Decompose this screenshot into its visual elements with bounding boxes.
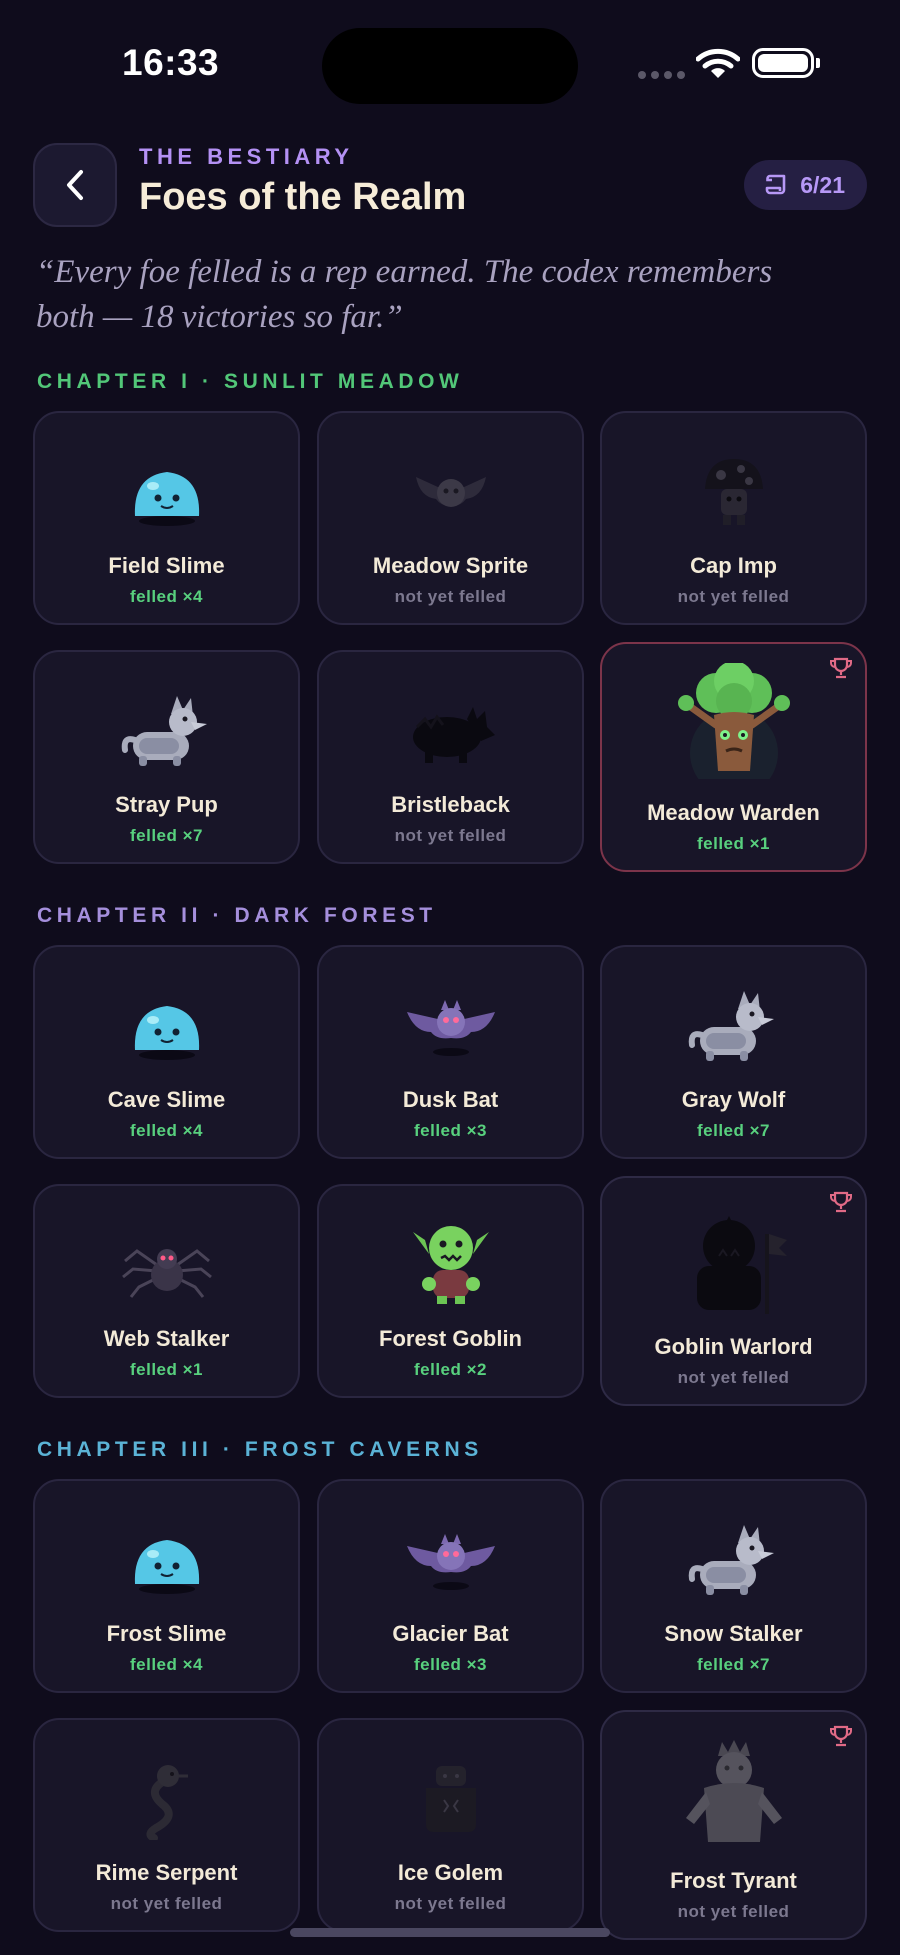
bestiary-card[interactable]: Field Slime felled ×4	[33, 411, 300, 625]
bestiary-card[interactable]: Snow Stalker felled ×7	[600, 1479, 867, 1693]
bestiary-card[interactable]: Rime Serpent not yet felled	[33, 1718, 300, 1932]
discovered-count-badge[interactable]: 6/21	[744, 160, 867, 210]
bestiary-card[interactable]: Frost Slime felled ×4	[33, 1479, 300, 1693]
felled-status: not yet felled	[394, 826, 507, 845]
creature-name: Web Stalker	[103, 1326, 230, 1351]
bestiary-card[interactable]: Web Stalker felled ×1	[33, 1184, 300, 1398]
felled-status: felled ×4	[129, 587, 203, 606]
creature-name: Meadow Sprite	[372, 553, 529, 578]
spider-icon	[35, 1226, 298, 1306]
bestiary-card[interactable]: Cave Slime felled ×4	[33, 945, 300, 1159]
bestiary-card[interactable]: Stray Pup felled ×7	[33, 650, 300, 864]
cellular-signal-icon	[638, 71, 685, 79]
bestiary-card[interactable]: Ice Golem not yet felled	[317, 1718, 584, 1932]
slime-icon	[35, 453, 298, 533]
wolf-icon	[602, 987, 865, 1067]
boss-card[interactable]: Meadow Warden felled ×1	[600, 642, 867, 872]
boss-card[interactable]: Frost Tyrant not yet felled	[600, 1710, 867, 1940]
page-title: Foes of the Realm	[139, 176, 467, 218]
felled-status: not yet felled	[677, 1902, 790, 1921]
tyrant-icon	[602, 1738, 865, 1854]
golem-icon	[319, 1760, 582, 1840]
creature-name: Stray Pup	[115, 792, 218, 817]
bestiary-card[interactable]: Gray Wolf felled ×7	[600, 945, 867, 1159]
battery-icon	[752, 48, 814, 78]
back-button[interactable]	[33, 143, 117, 227]
creature-name: Bristleback	[391, 792, 510, 817]
creature-name: Rime Serpent	[95, 1860, 238, 1885]
serpent-icon	[35, 1760, 298, 1840]
bestiary-quote: “Every foe felled is a rep earned. The c…	[36, 254, 773, 335]
creature-name: Dusk Bat	[402, 1087, 499, 1112]
bestiary-card[interactable]: Forest Goblin felled ×2	[317, 1184, 584, 1398]
wolf-icon	[35, 692, 298, 772]
bat-icon	[319, 987, 582, 1067]
felled-status: felled ×1	[696, 834, 770, 853]
boar-icon	[319, 692, 582, 772]
felled-status: felled ×3	[413, 1655, 487, 1674]
creature-name: Cave Slime	[107, 1087, 226, 1112]
creature-name: Ice Golem	[397, 1860, 504, 1885]
felled-status: felled ×4	[129, 1655, 203, 1674]
home-indicator[interactable]	[290, 1928, 610, 1937]
felled-status: not yet felled	[677, 587, 790, 606]
creature-name: Glacier Bat	[392, 1621, 509, 1646]
felled-status: felled ×7	[129, 826, 203, 845]
goblin-icon	[319, 1218, 582, 1306]
chapter-2-label: CHAPTER II · DARK FOREST	[37, 904, 437, 927]
boss-card[interactable]: Goblin Warlord not yet felled	[600, 1176, 867, 1406]
felled-status: felled ×4	[129, 1121, 203, 1140]
felled-status: felled ×7	[696, 1121, 770, 1140]
felled-status: not yet felled	[677, 1368, 790, 1387]
warlord-icon	[602, 1210, 865, 1320]
felled-status: not yet felled	[394, 1894, 507, 1913]
felled-status: felled ×7	[696, 1655, 770, 1674]
creature-name: Frost Slime	[106, 1621, 227, 1646]
scroll-icon	[765, 174, 786, 195]
creature-name: Goblin Warlord	[654, 1334, 813, 1359]
bestiary-card[interactable]: Meadow Sprite not yet felled	[317, 411, 584, 625]
status-time: 16:33	[122, 42, 220, 83]
felled-status: not yet felled	[110, 1894, 223, 1913]
felled-status: felled ×3	[413, 1121, 487, 1140]
bat-icon	[319, 1521, 582, 1601]
bestiary-card[interactable]: Bristleback not yet felled	[317, 650, 584, 864]
bat-icon	[319, 453, 582, 533]
bestiary-card[interactable]: Cap Imp not yet felled	[600, 411, 867, 625]
treant-icon	[602, 663, 865, 779]
creature-name: Forest Goblin	[379, 1326, 522, 1351]
creature-name: Cap Imp	[690, 553, 777, 578]
felled-status: felled ×1	[129, 1360, 203, 1379]
discovered-count: 6/21	[800, 171, 845, 198]
chapter-1-label: CHAPTER I · SUNLIT MEADOW	[37, 370, 464, 393]
felled-status: felled ×2	[413, 1360, 487, 1379]
creature-name: Snow Stalker	[664, 1621, 803, 1646]
dynamic-island	[322, 28, 578, 104]
creature-name: Frost Tyrant	[670, 1868, 797, 1893]
chevron-left-icon	[67, 170, 83, 200]
creature-name: Meadow Warden	[647, 800, 820, 825]
creature-name: Field Slime	[108, 553, 225, 578]
creature-name: Gray Wolf	[681, 1087, 786, 1112]
wifi-icon	[696, 48, 740, 78]
slime-icon	[35, 1521, 298, 1601]
bestiary-card[interactable]: Dusk Bat felled ×3	[317, 945, 584, 1159]
slime-icon	[35, 987, 298, 1067]
wolf-icon	[602, 1521, 865, 1601]
mushroom-icon	[602, 453, 865, 533]
bestiary-card[interactable]: Glacier Bat felled ×3	[317, 1479, 584, 1693]
chapter-3-label: CHAPTER III · FROST CAVERNS	[37, 1438, 483, 1461]
felled-status: not yet felled	[394, 587, 507, 606]
page-eyebrow: THE BESTIARY	[139, 144, 354, 169]
